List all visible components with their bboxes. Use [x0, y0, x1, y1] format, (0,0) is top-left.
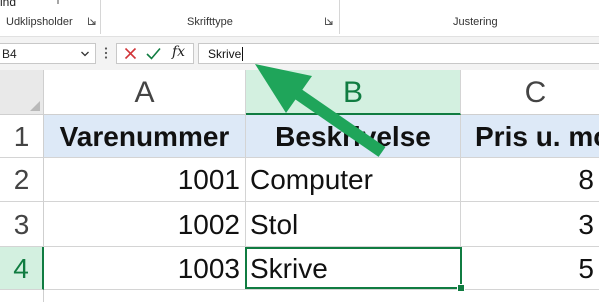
formula-bar-row: B4 fx Skrive: [0, 37, 599, 70]
format-painter-icon[interactable]: [50, 0, 70, 6]
active-cell-border: [245, 247, 462, 289]
row-header-5[interactable]: [0, 290, 44, 302]
ribbon-group-separator: [100, 0, 101, 34]
formula-input[interactable]: Skrive: [198, 43, 599, 64]
cell-c3[interactable]: 3: [461, 202, 599, 247]
x-cancel-icon[interactable]: [124, 47, 137, 60]
more-options-icon[interactable]: [104, 47, 108, 59]
row-header-2[interactable]: 2: [0, 158, 44, 202]
cell-c4[interactable]: 5: [461, 247, 599, 290]
cell-a3[interactable]: 1002: [44, 202, 246, 247]
column-header-a[interactable]: A: [44, 70, 246, 115]
ribbon-partial-label[interactable]: ind: [0, 0, 16, 9]
cell-b2[interactable]: Computer: [246, 158, 461, 202]
cell-a1[interactable]: Varenummer: [44, 115, 246, 158]
group-label-font: Skrifttype: [187, 16, 233, 28]
cell-c1[interactable]: Pris u. mo: [461, 115, 599, 158]
column-header-b[interactable]: B: [246, 70, 461, 115]
fx-icon[interactable]: fx: [172, 44, 185, 60]
ribbon-group-separator: [339, 0, 340, 34]
dialog-launcher-icon[interactable]: [325, 17, 333, 25]
cell-c2[interactable]: 8: [461, 158, 599, 202]
cell-b1[interactable]: Beskrivelse: [246, 115, 461, 158]
group-label-alignment: Justering: [453, 16, 498, 28]
name-box[interactable]: B4: [0, 43, 96, 64]
row-header-3[interactable]: 3: [0, 202, 44, 247]
row-header-4[interactable]: 4: [0, 247, 44, 290]
group-label-clipboard: Udklipsholder: [6, 16, 73, 28]
formula-buttons: fx: [116, 43, 194, 64]
cell-a2[interactable]: 1001: [44, 158, 246, 202]
cell-b3[interactable]: Stol: [246, 202, 461, 247]
checkmark-enter-icon[interactable]: [146, 47, 161, 60]
text-caret: [242, 47, 244, 61]
row-header-1[interactable]: 1: [0, 115, 44, 158]
dialog-launcher-icon[interactable]: [88, 17, 96, 25]
name-box-value: B4: [2, 47, 17, 61]
select-all-triangle-icon: [30, 101, 40, 111]
formula-text: Skrive: [208, 47, 242, 61]
cell-a4[interactable]: 1003: [44, 247, 246, 290]
ribbon: ind Udklipsholder Skrifttype Justering: [0, 0, 599, 37]
fill-handle[interactable]: [457, 284, 465, 292]
column-header-c[interactable]: C: [461, 70, 599, 115]
chevron-down-icon[interactable]: [80, 49, 90, 59]
select-all-button[interactable]: [0, 70, 44, 115]
